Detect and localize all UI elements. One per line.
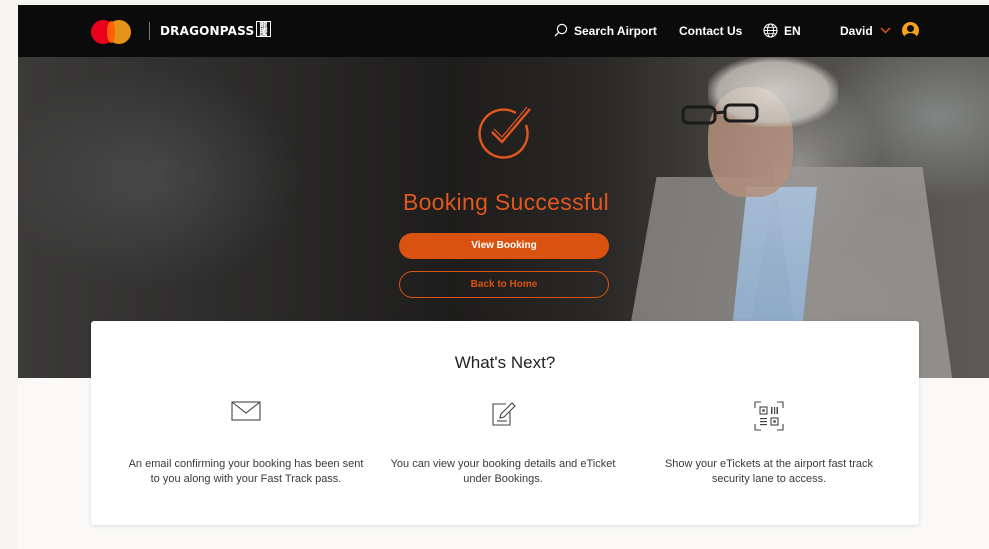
chevron-down-icon <box>880 27 891 34</box>
search-icon <box>554 23 568 37</box>
contact-us-link[interactable]: Contact Us <box>679 24 742 38</box>
hero-photo-glasses <box>681 103 759 125</box>
edit-document-icon <box>492 402 516 426</box>
mastercard-logo[interactable] <box>91 20 135 44</box>
whats-next-title: What's Next? <box>454 353 556 372</box>
next-step-email: An email confirming your booking has bee… <box>126 401 366 487</box>
user-menu[interactable]: David <box>840 24 891 38</box>
page: DRAGONPASS 龍騰 Search Airport Contact Us … <box>18 5 989 549</box>
user-name: David <box>840 24 873 38</box>
top-navigation-bar: DRAGONPASS 龍騰 Search Airport Contact Us … <box>18 5 989 57</box>
user-avatar-icon[interactable] <box>902 22 919 39</box>
booking-successful-title: Booking Successful <box>402 189 610 215</box>
search-airport-label: Search Airport <box>574 24 657 38</box>
view-booking-button[interactable]: View Booking <box>399 233 609 259</box>
globe-icon <box>763 23 778 38</box>
logo-divider <box>149 22 150 40</box>
next-step-text: Show your eTickets at the airport fast t… <box>664 458 874 485</box>
whats-next-card: What's Next? An email confirming your bo… <box>91 321 919 525</box>
next-step-text: An email confirming your booking has bee… <box>128 458 364 485</box>
next-step-show-eticket: Show your eTickets at the airport fast t… <box>649 401 889 487</box>
success-check-icon <box>478 106 531 159</box>
qr-code-icon <box>754 401 784 431</box>
envelope-icon <box>231 401 261 421</box>
back-to-home-button[interactable]: Back to Home <box>399 271 609 298</box>
next-step-view-bookings: You can view your booking details and eT… <box>383 401 623 487</box>
dragonpass-logo-badge: 龍騰 <box>256 21 271 37</box>
language-selector[interactable]: EN <box>763 23 801 38</box>
search-airport-link[interactable]: Search Airport <box>554 23 657 38</box>
next-step-text: You can view your booking details and eT… <box>390 458 616 485</box>
dragonpass-logo-text[interactable]: DRAGONPASS <box>160 24 254 38</box>
